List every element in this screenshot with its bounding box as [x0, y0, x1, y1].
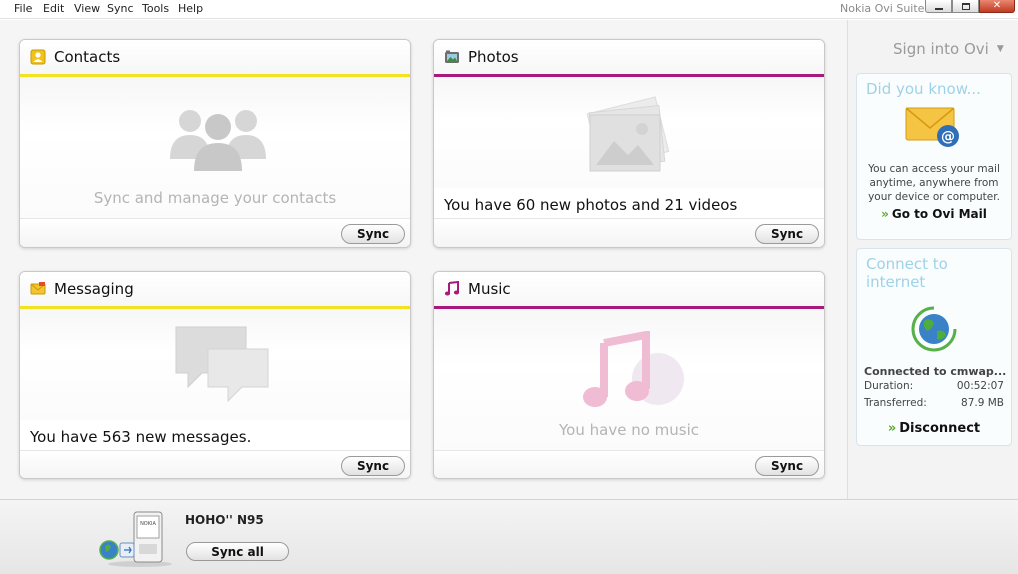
photos-header: Photos: [434, 40, 824, 74]
contacts-title: Contacts: [54, 48, 121, 66]
menu-file[interactable]: File: [14, 2, 32, 15]
connection-status: Connected to cmwap...: [864, 365, 1007, 378]
music-footer: Sync: [434, 450, 824, 478]
transferred-label: Transferred:: [864, 397, 927, 409]
did-you-know-title: Did you know...: [866, 80, 981, 98]
menu-tools[interactable]: Tools: [142, 2, 169, 15]
close-icon: ✕: [992, 0, 1002, 11]
messaging-sync-button[interactable]: Sync: [341, 456, 405, 476]
people-group-icon: [170, 110, 266, 171]
sign-in-label: Sign into Ovi: [893, 40, 989, 58]
photos-title: Photos: [468, 48, 519, 66]
maximize-icon: [961, 2, 970, 10]
device-name: HOHO'' N95: [185, 513, 264, 527]
music-message: You have no music: [559, 421, 699, 439]
disconnect-link[interactable]: » Disconnect: [857, 421, 1011, 436]
minimize-icon: [934, 8, 943, 10]
photo-stack-icon: [586, 96, 670, 172]
music-notes-placeholder-icon: [583, 331, 684, 407]
duration-value: 00:52:07: [956, 380, 1004, 392]
app-title: Nokia Ovi Suite: [840, 2, 925, 15]
menu-help[interactable]: Help: [178, 2, 203, 15]
messaging-footer: Sync: [20, 450, 410, 478]
music-title: Music: [468, 280, 511, 298]
photos-status-area: You have 60 new photos and 21 videos: [434, 188, 824, 218]
envelope-icon: [30, 281, 46, 297]
minimize-button[interactable]: [925, 0, 952, 13]
did-you-know-text: You can access your mail anytime, anywhe…: [868, 163, 1000, 203]
connect-internet-title: Connect to internet: [866, 255, 948, 291]
menu-edit[interactable]: Edit: [43, 2, 64, 15]
globe-icon: [911, 306, 957, 352]
music-note-icon: [444, 281, 460, 297]
photos-sync-button[interactable]: Sync: [755, 224, 819, 244]
messaging-message: You have 563 new messages.: [30, 428, 252, 446]
contacts-icon: [30, 49, 46, 65]
duration-label: Duration:: [864, 380, 914, 392]
main-panel: Contacts Sync and manage your contacts S…: [0, 20, 847, 499]
photos-card[interactable]: Photos You have 60 new photos and 21 vid…: [433, 39, 825, 248]
contacts-card[interactable]: Contacts Sync and manage your contacts S…: [19, 39, 411, 248]
transferred-value: 87.9 MB: [961, 397, 1004, 409]
messaging-title: Messaging: [54, 280, 134, 298]
camera-icon: [444, 49, 460, 65]
music-body: You have no music: [434, 309, 824, 450]
svg-text:@: @: [941, 129, 955, 145]
connect-internet-box: Connect to internet Connected to cmwap..…: [856, 248, 1012, 446]
phone-device-icon[interactable]: NOKIA: [96, 510, 176, 568]
menu-bar: File Edit View Sync Tools Help Nokia Ovi…: [0, 0, 1018, 19]
duration-row: Duration: 00:52:07: [857, 378, 1011, 395]
device-bar: NOKIA HOHO'' N95 Sync all: [0, 499, 1018, 574]
maximize-button[interactable]: [952, 0, 979, 13]
disconnect-label: Disconnect: [899, 421, 981, 436]
menu-view[interactable]: View: [74, 2, 100, 15]
contacts-footer: Sync: [20, 218, 410, 247]
double-chevron-icon: »: [881, 207, 889, 221]
sign-in-dropdown[interactable]: Sign into Ovi ▼: [893, 40, 1004, 58]
messaging-body: [20, 309, 410, 420]
go-to-ovi-mail-label: Go to Ovi Mail: [891, 207, 987, 221]
did-you-know-box: Did you know... @ You can access your ma…: [856, 73, 1012, 240]
sync-all-button[interactable]: Sync all: [186, 542, 289, 561]
music-sync-button[interactable]: Sync: [755, 456, 819, 476]
contacts-sync-button[interactable]: Sync: [341, 224, 405, 244]
contacts-message: Sync and manage your contacts: [93, 189, 337, 207]
menu-sync[interactable]: Sync: [107, 2, 134, 15]
transferred-row: Transferred: 87.9 MB: [857, 395, 1011, 412]
mail-at-icon: @: [905, 107, 959, 147]
messaging-header: Messaging: [20, 272, 410, 306]
close-button[interactable]: ✕: [979, 0, 1015, 13]
photos-footer: Sync: [434, 218, 824, 247]
messaging-card[interactable]: Messaging You have 563 new messages. Syn…: [19, 271, 411, 479]
photos-body: [434, 77, 824, 188]
go-to-ovi-mail-link[interactable]: » Go to Ovi Mail: [857, 207, 1011, 221]
chat-bubbles-icon: [175, 326, 269, 403]
contacts-header: Contacts: [20, 40, 410, 74]
contacts-body: Sync and manage your contacts: [20, 77, 410, 218]
messaging-status-area: You have 563 new messages.: [20, 420, 410, 450]
music-header: Music: [434, 272, 824, 306]
double-chevron-icon: »: [887, 421, 897, 436]
chevron-down-icon: ▼: [996, 44, 1004, 54]
device-screen-brand: NOKIA: [140, 521, 156, 527]
right-sidebar: Sign into Ovi ▼ Did you know... @ You ca…: [847, 20, 1018, 499]
music-card[interactable]: Music You have no music Sync: [433, 271, 825, 479]
photos-message: You have 60 new photos and 21 videos: [444, 196, 738, 214]
